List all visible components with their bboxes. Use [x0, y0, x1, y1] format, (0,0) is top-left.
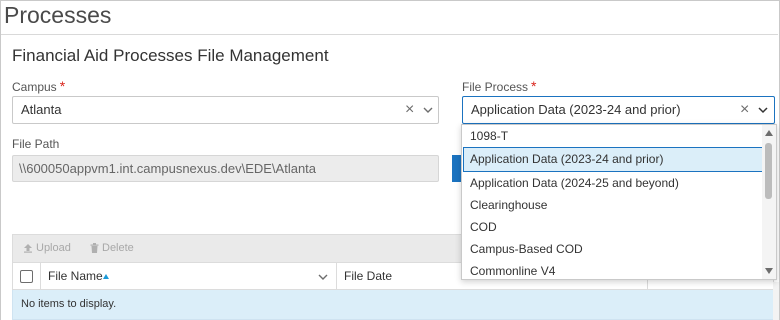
- upload-label: Upload: [36, 242, 71, 254]
- grid-body: No items to display.: [12, 290, 774, 320]
- file-process-chevron-down-icon[interactable]: [758, 106, 768, 114]
- file-path-label: File Path: [12, 137, 60, 151]
- page-scrollbar[interactable]: [773, 282, 779, 320]
- upload-icon: [24, 244, 32, 253]
- file-path-value: \\600050appvm1.int.campusnexus.dev\EDE\A…: [19, 161, 317, 176]
- file-path-field: \\600050appvm1.int.campusnexus.dev\EDE\A…: [12, 155, 439, 182]
- file-process-option[interactable]: 1098-T: [463, 125, 763, 147]
- title-divider: [1, 34, 778, 35]
- file-process-clear-icon[interactable]: ×: [740, 97, 749, 123]
- page-title: Processes: [4, 2, 112, 28]
- delete-label: Delete: [102, 242, 134, 254]
- scroll-down-arrow-icon[interactable]: [765, 268, 773, 274]
- campus-chevron-down-icon[interactable]: [423, 106, 433, 114]
- file-process-label-text: File Process: [462, 80, 529, 94]
- file-process-select-value: Application Data (2023-24 and prior): [471, 102, 681, 117]
- upload-button[interactable]: Upload: [23, 235, 71, 262]
- file-process-option-selected[interactable]: Application Data (2023-24 and prior): [463, 147, 763, 172]
- campus-select[interactable]: Atlanta ×: [12, 96, 439, 124]
- file-process-option[interactable]: Clearinghouse: [463, 194, 763, 216]
- file-process-option[interactable]: Commonline V4: [463, 260, 763, 279]
- dropdown-scrollbar[interactable]: [762, 125, 776, 279]
- column-divider: [336, 263, 337, 290]
- column-divider: [40, 263, 41, 290]
- file-process-required-mark: *: [531, 78, 537, 94]
- sort-ascending-icon[interactable]: [103, 274, 109, 279]
- campus-required-mark: *: [59, 78, 66, 94]
- file-process-dropdown: 1098-T Application Data (2023-24 and pri…: [461, 124, 777, 280]
- file-process-option[interactable]: Campus-Based COD: [463, 238, 763, 260]
- scroll-up-arrow-icon[interactable]: [765, 130, 773, 136]
- delete-button[interactable]: Delete: [90, 235, 134, 262]
- select-all-checkbox[interactable]: [20, 270, 33, 283]
- file-process-option[interactable]: Application Data (2024-25 and beyond): [463, 172, 763, 194]
- file-process-option[interactable]: COD: [463, 216, 763, 238]
- campus-label: Campus *: [12, 78, 65, 94]
- column-menu-chevron-icon[interactable]: [318, 273, 328, 281]
- campus-clear-icon[interactable]: ×: [405, 97, 414, 123]
- file-process-select[interactable]: Application Data (2023-24 and prior) ×: [462, 96, 775, 124]
- section-title: Financial Aid Processes File Management: [12, 46, 329, 65]
- column-header-file-name[interactable]: File Name: [48, 263, 103, 290]
- scrollbar-thumb[interactable]: [765, 143, 772, 199]
- column-header-file-date[interactable]: File Date: [344, 263, 392, 290]
- file-process-label: File Process *: [462, 78, 536, 94]
- empty-grid-message: No items to display.: [21, 298, 117, 310]
- campus-label-text: Campus: [12, 80, 57, 94]
- campus-select-value: Atlanta: [21, 102, 62, 117]
- trash-icon: [90, 243, 99, 253]
